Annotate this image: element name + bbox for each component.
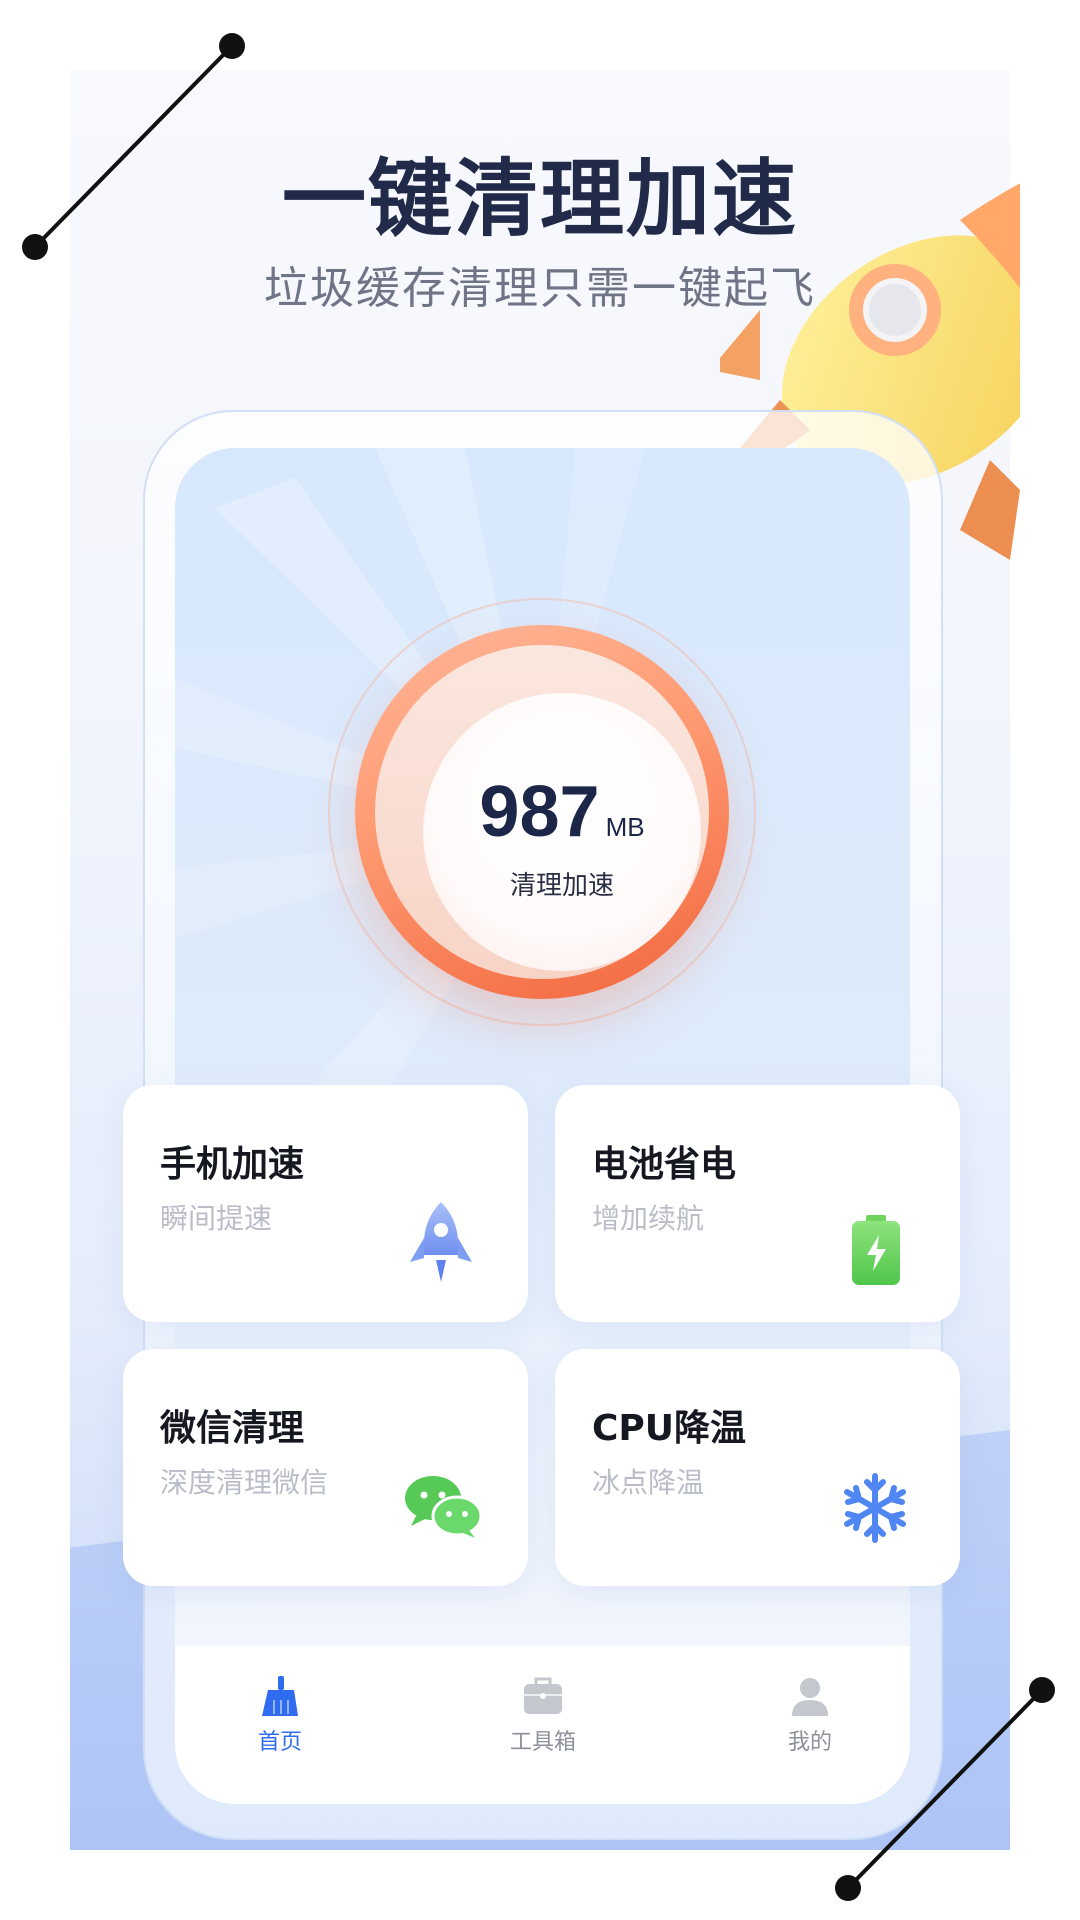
- broom-icon: [262, 1676, 298, 1716]
- feature-card-phone-boost[interactable]: 手机加速 瞬间提速: [123, 1085, 528, 1322]
- clean-boost-label: 清理加速: [509, 871, 614, 901]
- feature-subtitle: 增加续航: [592, 1202, 705, 1235]
- feature-subtitle: 瞬间提速: [160, 1202, 273, 1235]
- bottom-tab-bar: 首页 工具箱 我的: [175, 1646, 910, 1804]
- cleanup-gauge[interactable]: 987 MB 清理加速: [355, 625, 729, 999]
- user-icon: [792, 1678, 828, 1716]
- tab-home-label: 首页: [257, 1730, 302, 1755]
- tab-profile[interactable]: 我的: [740, 1676, 880, 1756]
- tab-home[interactable]: 首页: [210, 1676, 350, 1756]
- feature-card-wechat-clean[interactable]: 微信清理 深度清理微信: [123, 1349, 528, 1586]
- gauge-core: 987 MB 清理加速: [423, 693, 701, 971]
- rocket-icon: [410, 1202, 472, 1282]
- battery-icon: [852, 1215, 900, 1285]
- toolbox-icon: [524, 1677, 562, 1714]
- gauge-inner-ring: 987 MB 清理加速: [375, 645, 709, 979]
- tab-toolbox-label: 工具箱: [509, 1730, 576, 1755]
- junk-size-unit: MB: [605, 812, 645, 842]
- snowflake-icon: [844, 1473, 906, 1543]
- tab-profile-label: 我的: [787, 1730, 832, 1755]
- gauge-value-row: 987 MB: [423, 771, 701, 853]
- feature-card-battery-saver[interactable]: 电池省电 增加续航: [555, 1085, 960, 1322]
- feature-title: CPU降温: [592, 1408, 747, 1449]
- tab-toolbox[interactable]: 工具箱: [473, 1676, 613, 1756]
- feature-subtitle: 深度清理微信: [160, 1466, 329, 1499]
- wechat-icon: [405, 1476, 483, 1538]
- feature-subtitle: 冰点降温: [592, 1466, 705, 1499]
- feature-title: 微信清理: [160, 1408, 305, 1449]
- feature-card-cpu-cooling[interactable]: CPU降温 冰点降温: [555, 1349, 960, 1586]
- feature-title: 电池省电: [592, 1144, 737, 1185]
- feature-title: 手机加速: [160, 1144, 305, 1185]
- junk-size-value: 987: [479, 772, 600, 852]
